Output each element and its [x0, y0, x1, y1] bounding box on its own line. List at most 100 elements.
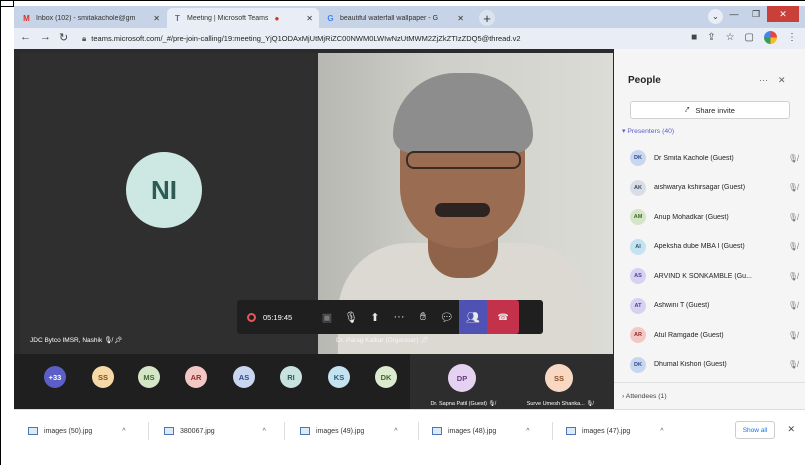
chat-icon[interactable]: 💬︎: [435, 300, 459, 334]
tab-google[interactable]: G beautiful waterfall wallpaper - G ✕: [320, 8, 470, 28]
back-icon[interactable]: ←: [20, 31, 31, 43]
participant-name: Dr Smita Kachole (Guest): [654, 154, 734, 162]
call-controls: 05:19:45 ▣ 🎙︎ ⬆ ··· ✋︎ 💬︎ 👥︎ ☎: [237, 300, 543, 334]
avatar: AI: [630, 238, 646, 255]
call-timer: 05:19:45: [263, 312, 293, 322]
mic-off-icon: 🎙︎̸: [787, 360, 798, 369]
raise-hand-icon[interactable]: ✋︎: [411, 300, 435, 334]
download-item[interactable]: images (48).jpg ^: [432, 422, 530, 440]
show-all-button[interactable]: Show all: [735, 421, 775, 439]
avatar[interactable]: KS: [328, 366, 350, 388]
mic-off-icon: 🎙︎̸: [787, 330, 798, 340]
avatar: AT: [630, 297, 646, 314]
avatar: NI: [126, 152, 202, 228]
avatar[interactable]: AS: [233, 366, 255, 388]
avatar[interactable]: RI: [280, 366, 302, 388]
avatar: AS: [630, 268, 646, 284]
close-icon[interactable]: ✕: [787, 424, 795, 435]
screen: M Inbox (102) - smitakachole@gm ✕ T Meet…: [0, 0, 805, 465]
sidebar-icon[interactable]: ▢: [745, 32, 754, 43]
participant-name: Dr. Sapna Patil (Guest) 🎙︎̸: [430, 401, 496, 407]
share-icon[interactable]: ⇪: [707, 32, 715, 43]
participant-row[interactable]: AM Anup Mohadkar (Guest) 🎙︎̸: [630, 208, 798, 226]
avatar: DK: [630, 150, 646, 166]
participant-row[interactable]: DK Dhumal Kishori (Guest) 🎙︎̸: [630, 356, 798, 374]
address-bar[interactable]: 🔒︎ teams.microsoft.com/_#/pre-join-calli…: [78, 30, 648, 47]
avatar: AK: [630, 179, 646, 196]
maximize-icon[interactable]: ❐: [745, 6, 767, 22]
tab-teams[interactable]: T Meeting | Microsoft Teams ● ✕: [167, 8, 319, 28]
tab-search-icon[interactable]: ⌄: [708, 9, 723, 24]
mic-off-icon: 🎙︎̸: [787, 212, 798, 222]
share-screen-icon[interactable]: ⬆: [363, 300, 387, 334]
new-tab-button[interactable]: +: [479, 10, 495, 26]
more-options-icon[interactable]: ···: [759, 75, 768, 85]
browser-tabstrip: M Inbox (102) - smitakachole@gm ✕ T Meet…: [14, 6, 805, 28]
divider: [284, 422, 285, 440]
avatar[interactable]: MS: [138, 366, 160, 388]
overflow-count[interactable]: +33: [44, 366, 66, 388]
profile-avatar[interactable]: [764, 31, 777, 44]
participant-gallery: +33 SS MS AR AS RI KS DK DP Dr. Sapna Pa…: [14, 354, 613, 409]
forward-icon[interactable]: →: [40, 31, 51, 43]
avatar[interactable]: SS: [92, 366, 114, 388]
close-tab-icon[interactable]: ✕: [457, 14, 464, 23]
video-person-mustache: [435, 203, 490, 217]
participant-row[interactable]: AI Apeksha dube MBA I (Guest) 🎙︎̸: [630, 238, 798, 256]
close-window-icon[interactable]: ✕: [767, 6, 799, 22]
avatar[interactable]: DK: [375, 366, 397, 388]
camera-permission-icon[interactable]: ■: [691, 32, 697, 43]
gmail-icon: M: [23, 13, 30, 23]
downloads-shelf: images (50).jpg ^ 380067.jpg ^ images (49)…: [14, 409, 805, 451]
close-tab-icon[interactable]: ✕: [306, 14, 313, 23]
menu-dots-icon[interactable]: ⋮: [787, 32, 797, 43]
mic-off-icon[interactable]: 🎙︎: [339, 300, 363, 334]
participant-name: Dr. Parag Kalkar (Organiser) 📌︎: [336, 337, 429, 344]
download-item[interactable]: images (50).jpg ^: [28, 422, 126, 440]
download-item[interactable]: images (49).jpg ^: [300, 422, 398, 440]
participant-row[interactable]: AS ARVIND K SONKAMBLE (Gu... 🎙︎̸: [630, 267, 798, 285]
mic-off-icon: 🎙︎̸: [586, 401, 594, 407]
panel-title: People: [628, 75, 661, 86]
mic-off-icon: 🎙︎̸: [787, 183, 798, 192]
download-item[interactable]: 380067.jpg ^: [164, 422, 266, 440]
mic-off-icon: 🎙︎̸: [104, 337, 113, 344]
participants-icon[interactable]: 👥︎: [459, 300, 487, 334]
gallery-tile[interactable]: DP Dr. Sapna Patil (Guest) 🎙︎̸: [410, 354, 516, 409]
hang-up-icon[interactable]: ☎: [487, 300, 519, 334]
close-tab-icon[interactable]: ✕: [153, 14, 160, 23]
chevron-up-icon: ^: [262, 427, 266, 435]
teams-icon: T: [175, 13, 180, 23]
presenters-section[interactable]: ▾ Presenters (40): [622, 127, 674, 135]
avatar: AM: [630, 209, 646, 225]
recording-dot-icon: ●: [274, 13, 280, 23]
frame-notch-h: [0, 6, 14, 7]
more-actions-icon[interactable]: ···: [387, 300, 411, 334]
close-panel-icon[interactable]: ✕: [778, 75, 786, 86]
participant-row[interactable]: AR Atul Ramgade (Guest) 🎙︎̸: [630, 326, 798, 344]
gallery-tile[interactable]: SS Surve Umesh Shanka... 🎙︎̸: [507, 354, 613, 409]
chevron-down-icon: ▾: [622, 128, 626, 135]
reload-icon[interactable]: ↻: [59, 31, 68, 44]
participant-name: aishwarya kshirsagar (Guest): [654, 184, 746, 191]
chevron-up-icon: ^: [394, 427, 398, 435]
camera-off-icon[interactable]: ▣: [315, 300, 339, 334]
participant-row[interactable]: AT Ashwini T (Guest) 🎙︎̸: [630, 297, 798, 315]
tab-title: Meeting | Microsoft Teams: [187, 14, 269, 22]
participant-row[interactable]: AK aishwarya kshirsagar (Guest) 🎙︎̸: [630, 179, 798, 197]
tab-gmail[interactable]: M Inbox (102) - smitakachole@gm ✕: [16, 8, 166, 28]
participant-row[interactable]: DK Dr Smita Kachole (Guest) 🎙︎̸: [630, 149, 798, 167]
avatar: SS: [545, 364, 573, 392]
avatar: AR: [630, 327, 646, 343]
video-person-glasses: [406, 151, 521, 169]
download-item[interactable]: images (47).jpg ^: [566, 422, 664, 440]
image-file-icon: [432, 427, 442, 435]
attendees-section[interactable]: › Attendees (1): [622, 393, 667, 400]
share-invite-button[interactable]: ⤤ Share invite: [630, 101, 790, 119]
minimize-icon[interactable]: —: [723, 6, 745, 22]
lock-icon[interactable]: 🔒︎: [82, 34, 86, 44]
avatar[interactable]: AR: [185, 366, 207, 388]
tab-title: Inbox (102) - smitakachole@gm: [36, 14, 136, 22]
bookmark-star-icon[interactable]: ☆: [726, 32, 735, 43]
people-panel: People ··· ✕ ⤤ Share invite ▾ Presenters…: [614, 49, 805, 409]
